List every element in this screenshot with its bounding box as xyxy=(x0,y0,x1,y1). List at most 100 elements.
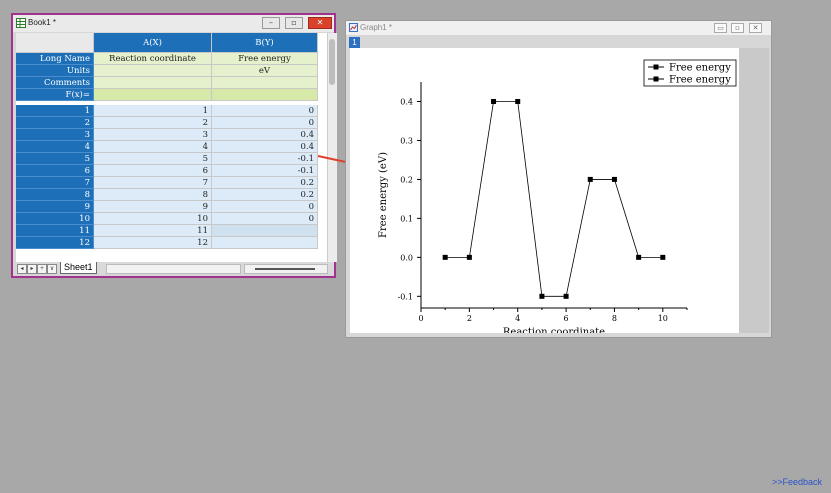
data-point xyxy=(466,254,472,260)
sheet-tab-bar: ◂ ▸ + ∨ Sheet1 xyxy=(16,262,334,274)
data-point xyxy=(660,254,666,260)
data-point xyxy=(636,254,642,260)
graph-restore-button[interactable]: ▫ xyxy=(731,23,744,33)
cell-a[interactable]: 5 xyxy=(94,153,212,165)
long-name-a[interactable]: Reaction coordinate xyxy=(94,53,212,65)
row-number[interactable]: 12 xyxy=(16,237,94,249)
cell-a[interactable]: 6 xyxy=(94,165,212,177)
cell-b[interactable]: 0 xyxy=(212,105,318,117)
y-tick-label: 0.1 xyxy=(400,214,413,223)
graph-page[interactable]: 0 2 4 6 8 10 -0.1 0.0 0.1 0.2 0.3 0.4 Reaction coord… xyxy=(350,48,739,338)
row-number[interactable]: 7 xyxy=(16,177,94,189)
legend-marker xyxy=(653,76,659,82)
units-label[interactable]: Units xyxy=(16,65,94,77)
minimize-button[interactable]: – xyxy=(262,17,280,29)
close-button[interactable]: ✕ xyxy=(308,17,332,29)
cell-b[interactable]: 0.2 xyxy=(212,189,318,201)
workbook-titlebar[interactable]: Book1 * – ▫ ✕ xyxy=(13,15,334,32)
cell-a[interactable]: 9 xyxy=(94,201,212,213)
prev-sheet-button[interactable]: ◂ xyxy=(17,264,27,274)
cell-b[interactable]: 0 xyxy=(212,201,318,213)
cell-a[interactable]: 7 xyxy=(94,177,212,189)
maximize-button[interactable]: ▫ xyxy=(285,17,303,29)
legend-marker xyxy=(653,64,659,70)
row-number[interactable]: 3 xyxy=(16,129,94,141)
fx-row: F(x)= xyxy=(16,89,327,101)
table-row: 8 8 0.2 xyxy=(16,189,327,201)
cell-b[interactable]: 0 xyxy=(212,117,318,129)
x-tick-label: 0 xyxy=(418,314,423,323)
horizontal-scrollbar[interactable] xyxy=(106,264,241,274)
row-number[interactable]: 10 xyxy=(16,213,94,225)
y-tick-label: -0.1 xyxy=(398,292,413,301)
cell-a[interactable]: 4 xyxy=(94,141,212,153)
table-row: 12 12 xyxy=(16,237,327,249)
y-tick-label: 0.3 xyxy=(400,136,413,145)
row-number[interactable]: 9 xyxy=(16,201,94,213)
row-number[interactable]: 8 xyxy=(16,189,94,201)
units-row: Units eV xyxy=(16,65,327,77)
layer-button[interactable]: 1 xyxy=(349,37,360,48)
graph-close-button[interactable]: ✕ xyxy=(749,23,762,33)
row-number[interactable]: 6 xyxy=(16,165,94,177)
units-b[interactable]: eV xyxy=(212,65,318,77)
sheet-tab[interactable]: Sheet1 xyxy=(60,262,97,274)
cell-a[interactable]: 10 xyxy=(94,213,212,225)
add-sheet-button[interactable]: + xyxy=(37,264,47,274)
cell-b[interactable] xyxy=(212,225,318,237)
data-point xyxy=(563,293,569,299)
row-number[interactable]: 1 xyxy=(16,105,94,117)
data-point xyxy=(515,98,521,104)
column-header-b[interactable]: B(Y) xyxy=(212,33,318,53)
fx-b[interactable] xyxy=(212,89,318,101)
table-row: 9 9 0 xyxy=(16,201,327,213)
sheet-list-button[interactable]: ∨ xyxy=(47,264,57,274)
long-name-b[interactable]: Free energy xyxy=(212,53,318,65)
comments-b[interactable] xyxy=(212,77,318,89)
row-number[interactable]: 11 xyxy=(16,225,94,237)
comments-label[interactable]: Comments xyxy=(16,77,94,89)
cell-a[interactable]: 3 xyxy=(94,129,212,141)
table-row: 1 1 0 xyxy=(16,105,327,117)
graph-minimize-button[interactable]: ▭ xyxy=(714,23,727,33)
cell-a[interactable]: 12 xyxy=(94,237,212,249)
scrollbar-thumb[interactable] xyxy=(329,39,335,85)
graph-titlebar[interactable]: Graph1 * ▭ ▫ ✕ xyxy=(346,21,771,35)
feedback-link[interactable]: >>Feedback xyxy=(772,477,822,487)
table-row: 10 10 0 xyxy=(16,213,327,225)
line-chart[interactable]: 0 2 4 6 8 10 -0.1 0.0 0.1 0.2 0.3 0.4 Reaction coord… xyxy=(350,48,739,338)
cell-a[interactable]: 1 xyxy=(94,105,212,117)
corner-cell[interactable] xyxy=(16,33,94,53)
graph-title: Graph1 * xyxy=(360,23,393,32)
row-number[interactable]: 5 xyxy=(16,153,94,165)
row-number[interactable]: 4 xyxy=(16,141,94,153)
workbook-window[interactable]: Book1 * – ▫ ✕ A(X) B(Y) Long Name Reacti… xyxy=(11,13,337,278)
scrollbar-thumb[interactable] xyxy=(255,268,315,270)
fx-a[interactable] xyxy=(94,89,212,101)
graph-window[interactable]: Graph1 * ▭ ▫ ✕ 1 0 2 4 6 8 10 -0.1 0.0 0.1 0.2 0.3… xyxy=(345,20,772,338)
data-point xyxy=(611,176,617,182)
table-row: 2 2 0 xyxy=(16,117,327,129)
next-sheet-button[interactable]: ▸ xyxy=(27,264,37,274)
column-header-a[interactable]: A(X) xyxy=(94,33,212,53)
long-name-label[interactable]: Long Name xyxy=(16,53,94,65)
comments-a[interactable] xyxy=(94,77,212,89)
cell-b[interactable] xyxy=(212,237,318,249)
cell-b[interactable]: 0 xyxy=(212,213,318,225)
table-row: 4 4 0.4 xyxy=(16,141,327,153)
horizontal-scrollbar-right[interactable] xyxy=(244,264,328,274)
data-point xyxy=(442,254,448,260)
y-axis-title: Free energy (eV) xyxy=(378,152,389,238)
cell-a[interactable]: 8 xyxy=(94,189,212,201)
graph-side-panel xyxy=(739,48,769,333)
cell-a[interactable]: 11 xyxy=(94,225,212,237)
worksheet-grid[interactable]: A(X) B(Y) Long Name Reaction coordinate … xyxy=(16,33,327,262)
units-a[interactable] xyxy=(94,65,212,77)
row-number[interactable]: 2 xyxy=(16,117,94,129)
cell-a[interactable]: 2 xyxy=(94,117,212,129)
comments-row: Comments xyxy=(16,77,327,89)
y-tick-label: 0.0 xyxy=(400,253,413,262)
legend-label: Free energy xyxy=(669,63,731,74)
fx-label[interactable]: F(x)= xyxy=(16,89,94,101)
series-line xyxy=(445,101,663,297)
